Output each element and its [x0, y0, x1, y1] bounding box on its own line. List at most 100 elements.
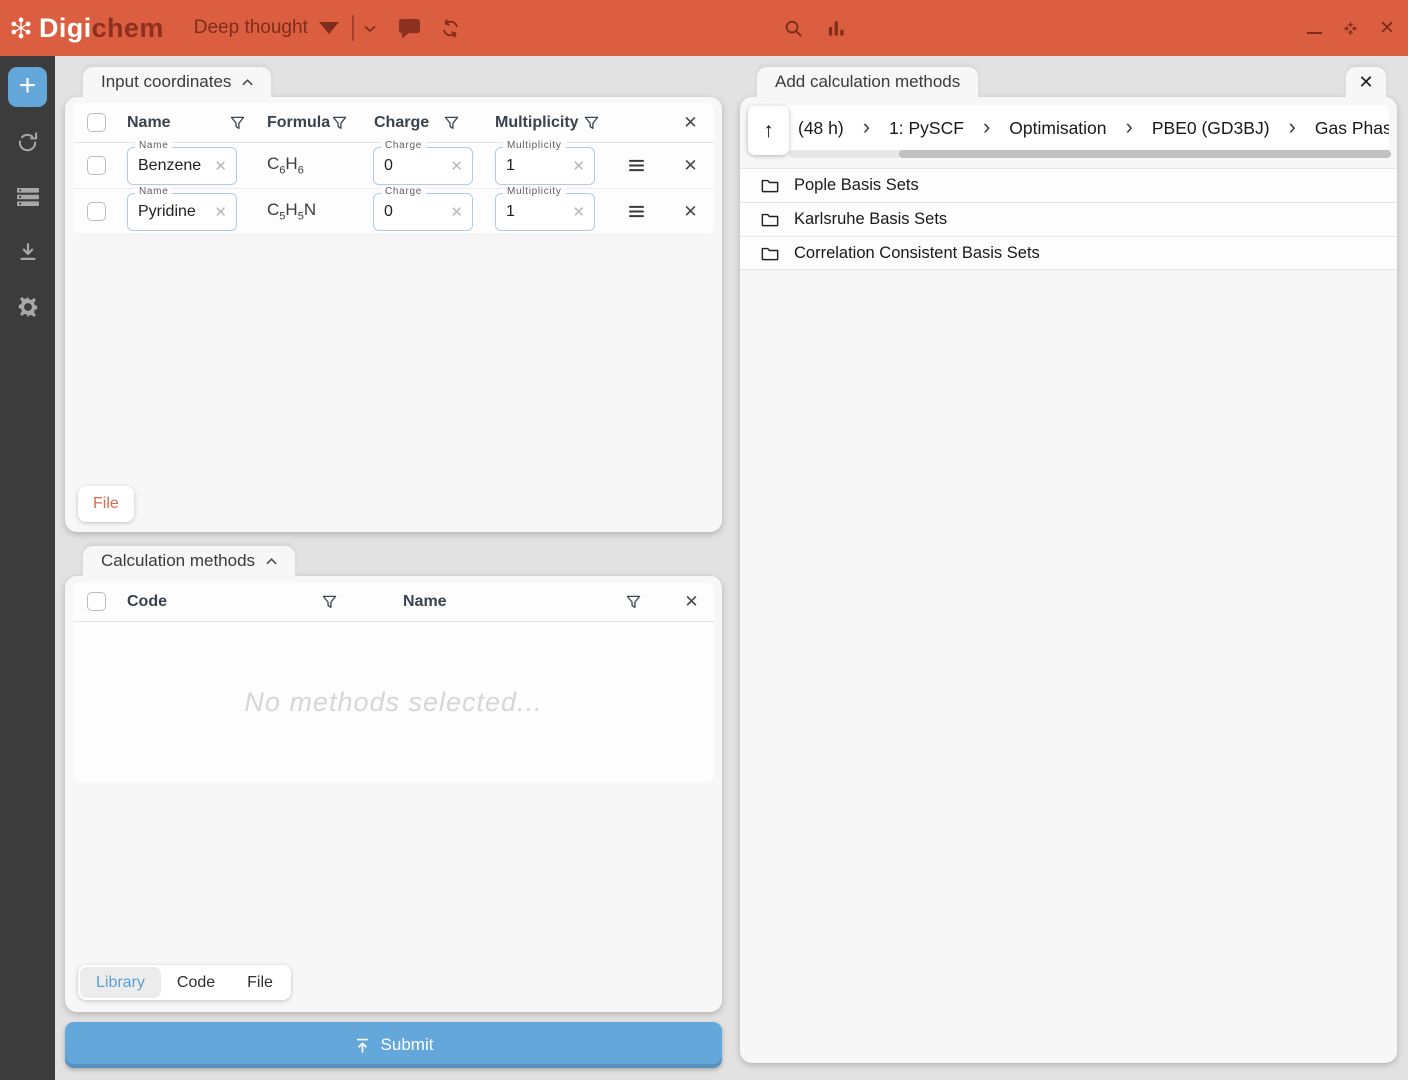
workspace-name: Deep thought: [193, 17, 308, 38]
filter-icon[interactable]: [230, 116, 245, 130]
chevron-down-icon[interactable]: [363, 24, 377, 33]
coordinates-rows: Name Benzene ✕ C6H6 Charge 0 ✕ Multiplic…: [73, 140, 714, 235]
drag-handle-icon[interactable]: [605, 159, 668, 172]
sidebar-item-new-submission[interactable]: +: [8, 67, 47, 107]
methods-table: Code Name ✕ No methods selected...: [73, 582, 714, 782]
clear-table-button[interactable]: ✕: [668, 113, 713, 133]
column-header-charge: Charge: [374, 113, 430, 131]
column-header-formula: Formula: [267, 113, 331, 131]
column-header-name: Name: [127, 113, 171, 131]
clear-field-icon[interactable]: ✕: [572, 203, 594, 221]
clear-field-icon[interactable]: ✕: [572, 157, 594, 175]
coordinates-table: Name Formula Charge Multiplicity ✕ Name: [73, 103, 714, 235]
submit-button[interactable]: Submit: [65, 1022, 722, 1068]
sidebar-item-recalculate[interactable]: [8, 122, 47, 162]
folder-icon: [761, 212, 779, 227]
add-methods-close-tab[interactable]: ✕: [1346, 67, 1386, 97]
name-field-value: Pyridine: [138, 202, 196, 220]
multiplicity-field[interactable]: Multiplicity 1 ✕: [495, 140, 595, 185]
empty-state-text: No methods selected...: [244, 686, 543, 717]
clear-field-icon[interactable]: ✕: [450, 157, 472, 175]
breadcrumb-item[interactable]: Gas Phase: [1315, 118, 1389, 139]
charge-field-value: 0: [384, 156, 393, 174]
source-tab-library[interactable]: Library: [80, 967, 161, 998]
arrow-up-icon: ↑: [763, 118, 774, 142]
charge-field-value: 0: [384, 202, 393, 220]
source-tab-code[interactable]: Code: [161, 967, 231, 998]
column-header-code: Code: [127, 592, 167, 610]
sync-icon: [16, 131, 39, 154]
filter-icon[interactable]: [584, 116, 599, 130]
multiplicity-field-value: 1: [506, 156, 515, 174]
select-all-checkbox[interactable]: [87, 113, 106, 132]
select-all-checkbox[interactable]: [87, 592, 106, 611]
multiplicity-field-value: 1: [506, 202, 515, 220]
workspace-selector[interactable]: Deep thought: [194, 17, 339, 39]
sidebar-item-queue[interactable]: [8, 177, 47, 217]
row-checkbox[interactable]: [87, 156, 106, 175]
submit-label: Submit: [380, 1035, 434, 1054]
folder-icon: [761, 246, 779, 261]
drag-handle-icon[interactable]: [605, 205, 668, 218]
calculation-methods-panel: Code Name ✕ No methods selected... Libra…: [65, 576, 722, 1012]
basis-set-folder-list: Pople Basis Sets Karlsruhe Basis Sets Co…: [740, 168, 1397, 270]
basis-set-folder-row[interactable]: Karlsruhe Basis Sets: [740, 202, 1397, 236]
close-icon[interactable]: ✕: [1358, 72, 1373, 93]
filter-icon[interactable]: [332, 116, 347, 130]
folder-label: Correlation Consistent Basis Sets: [794, 243, 1040, 262]
clear-field-icon[interactable]: ✕: [450, 203, 472, 221]
window-minimize-button[interactable]: [1307, 22, 1323, 35]
column-header-multiplicity: Multiplicity: [495, 113, 579, 131]
app-title: Digichem: [39, 12, 164, 43]
row-checkbox[interactable]: [87, 202, 106, 221]
methods-table-header: Code Name ✕: [73, 582, 714, 622]
source-tab-file[interactable]: File: [231, 967, 289, 998]
sidebar-item-settings[interactable]: [8, 287, 47, 327]
remove-row-button[interactable]: ✕: [668, 156, 713, 176]
search-icon[interactable]: [784, 19, 803, 38]
collapse-chevron-icon[interactable]: [242, 78, 254, 86]
collapse-chevron-icon[interactable]: [266, 557, 277, 565]
filter-icon[interactable]: [444, 116, 459, 130]
filter-icon[interactable]: [322, 595, 337, 609]
sync-icon[interactable]: [440, 18, 461, 39]
name-field-value: Benzene: [138, 156, 202, 174]
plus-icon: +: [18, 68, 37, 102]
clear-field-icon[interactable]: ✕: [214, 157, 236, 175]
chat-icon[interactable]: [398, 18, 421, 39]
download-icon: [17, 241, 39, 263]
calculation-methods-tab[interactable]: Calculation methods: [83, 546, 296, 576]
window-close-button[interactable]: ✕: [1379, 19, 1395, 38]
bar-chart-icon[interactable]: [828, 19, 845, 37]
basis-set-folder-row[interactable]: Correlation Consistent Basis Sets: [740, 236, 1397, 270]
clear-field-icon[interactable]: ✕: [214, 203, 236, 221]
breadcrumb-up-button[interactable]: ↑: [748, 106, 789, 155]
column-header-name: Name: [403, 592, 447, 610]
clear-table-button[interactable]: ✕: [669, 592, 714, 612]
input-coordinates-tab[interactable]: Input coordinates: [83, 67, 272, 97]
remove-row-button[interactable]: ✕: [668, 202, 713, 222]
sidebar-item-downloads[interactable]: [8, 232, 47, 272]
name-field[interactable]: Name Pyridine ✕: [127, 186, 237, 231]
multiplicity-field-label: Multiplicity: [503, 186, 566, 197]
charge-field[interactable]: Charge 0 ✕: [373, 140, 473, 185]
window-restore-button[interactable]: [1342, 20, 1359, 37]
folder-label: Karlsruhe Basis Sets: [794, 210, 948, 228]
charge-field-label: Charge: [381, 140, 426, 151]
coordinates-file-button[interactable]: File: [78, 486, 134, 522]
breadcrumb-separator: ›: [982, 114, 991, 139]
scrollbar-thumb[interactable]: [899, 150, 1391, 158]
breadcrumb-item[interactable]: Optimisation: [1009, 118, 1106, 139]
basis-set-folder-row[interactable]: Pople Basis Sets: [740, 168, 1397, 202]
breadcrumb-item[interactable]: (48 h): [798, 118, 844, 139]
breadcrumb-item[interactable]: 1: PySCF: [889, 118, 964, 139]
sidebar-nav: +: [0, 56, 55, 1080]
filter-icon[interactable]: [626, 595, 641, 609]
name-field[interactable]: Name Benzene ✕: [127, 140, 237, 185]
multiplicity-field[interactable]: Multiplicity 1 ✕: [495, 186, 595, 231]
horizontal-scrollbar[interactable]: [789, 150, 1391, 158]
folder-label: Pople Basis Sets: [794, 176, 919, 194]
breadcrumb-item[interactable]: PBE0 (GD3BJ): [1152, 118, 1270, 139]
charge-field[interactable]: Charge 0 ✕: [373, 186, 473, 231]
name-field-label: Name: [135, 186, 173, 197]
